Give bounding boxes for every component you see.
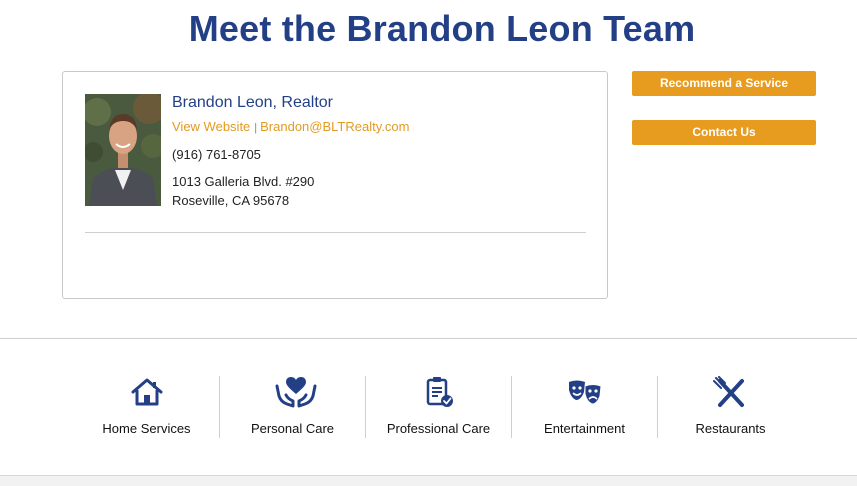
section-divider — [0, 338, 857, 339]
heart-hands-icon — [275, 376, 316, 408]
address: 1013 Galleria Blvd. #290 Roseville, CA 9… — [172, 172, 409, 210]
category-restaurants[interactable]: Restaurants — [657, 376, 803, 438]
team-member-card: Brandon Leon, Realtor View Website | Brand… — [62, 71, 608, 299]
category-entertainment[interactable]: Entertainment — [511, 376, 657, 438]
address-line-2: Roseville, CA 95678 — [172, 193, 290, 208]
category-home-services[interactable]: Home Services — [74, 376, 219, 438]
category-nav: Home Services Personal Care Professional — [74, 376, 803, 438]
page-title: Meet the Brandon Leon Team — [188, 8, 696, 49]
member-name: Brandon Leon, Realtor — [172, 94, 333, 111]
view-website-link[interactable]: View Website — [172, 119, 250, 134]
category-label: Professional Care — [386, 421, 491, 436]
footer-band — [0, 475, 857, 486]
link-separator: | — [254, 122, 258, 134]
profile-info: Brandon Leon, Realtor View Website | Brand… — [172, 94, 409, 210]
recommend-service-button[interactable]: Recommend a Service — [632, 71, 816, 96]
fork-knife-icon — [712, 376, 749, 408]
clipboard-check-icon — [421, 376, 457, 408]
card-divider — [85, 232, 586, 233]
email-link[interactable]: Brandon@BLTRealty.com — [260, 119, 409, 134]
house-icon — [129, 376, 165, 408]
category-label: Personal Care — [250, 421, 335, 436]
avatar — [85, 94, 161, 206]
category-label: Entertainment — [544, 421, 625, 436]
category-professional-care[interactable]: Professional Care — [365, 376, 511, 438]
contact-links: View Website | Brandon@BLTRealty.com — [172, 119, 409, 136]
category-label: Restaurants — [695, 421, 766, 436]
theater-masks-icon — [567, 376, 603, 408]
category-label: Home Services — [102, 421, 191, 436]
contact-us-button[interactable]: Contact Us — [632, 120, 816, 145]
category-personal-care[interactable]: Personal Care — [219, 376, 365, 438]
address-line-1: 1013 Galleria Blvd. #290 — [172, 174, 315, 189]
phone-number: (916) 761-8705 — [172, 147, 261, 162]
